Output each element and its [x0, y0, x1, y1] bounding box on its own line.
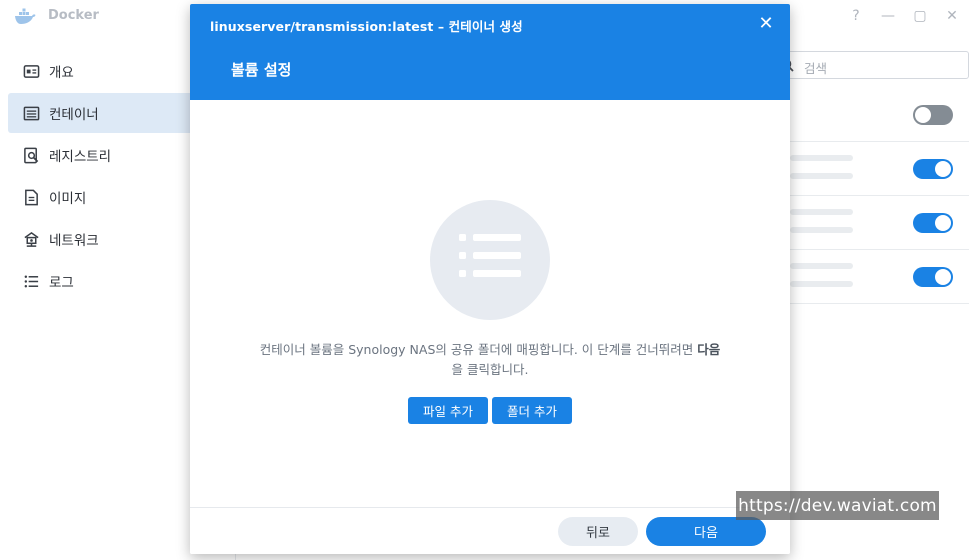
next-button[interactable]: 다음	[646, 517, 766, 546]
add-volume-actions: 파일 추가 폴더 추가	[190, 397, 790, 424]
placeholder-line	[790, 155, 853, 161]
description-next-emphasis: 다음	[697, 342, 721, 357]
sidebar-item-label: 레지스트리	[49, 149, 112, 165]
registry-search-icon	[22, 146, 40, 164]
back-button[interactable]: 뒤로	[558, 517, 638, 546]
sidebar-item-label: 컨테이너	[49, 107, 99, 123]
description-text: 컨테이너 볼륨을 Synology NAS의 공유 폴더에 매핑합니다. 이 단…	[259, 342, 698, 357]
search-input[interactable]: 검색	[770, 51, 969, 79]
step-description: 컨테이너 볼륨을 Synology NAS의 공유 폴더에 매핑합니다. 이 단…	[218, 340, 762, 380]
container-toggle[interactable]	[913, 267, 953, 287]
placeholder-line	[790, 263, 853, 269]
create-container-dialog: linuxserver/transmission:latest – 컨테이너 생…	[190, 4, 790, 554]
maximize-icon[interactable]: ▢	[911, 6, 929, 26]
toggle-knob	[935, 215, 951, 231]
placeholder-line	[790, 209, 853, 215]
container-list-icon	[22, 104, 40, 122]
dialog-header: linuxserver/transmission:latest – 컨테이너 생…	[190, 4, 790, 100]
list-item[interactable]	[790, 250, 969, 304]
list-item[interactable]	[790, 88, 969, 142]
step-title: 볼륨 설정	[231, 61, 292, 79]
container-toggle[interactable]	[913, 213, 953, 233]
placeholder-line	[790, 281, 853, 287]
container-toggle[interactable]	[913, 159, 953, 179]
network-icon	[22, 230, 40, 248]
add-file-button[interactable]: 파일 추가	[408, 397, 488, 424]
placeholder-line	[790, 227, 853, 233]
add-folder-button[interactable]: 폴더 추가	[492, 397, 572, 424]
minimize-icon[interactable]: —	[879, 6, 897, 26]
help-icon[interactable]: ?	[847, 6, 865, 26]
docker-whale-icon	[15, 8, 36, 24]
container-toggle[interactable]	[913, 105, 953, 125]
window-close-icon[interactable]: ✕	[943, 6, 961, 26]
list-item[interactable]	[790, 196, 969, 250]
list-item[interactable]	[790, 142, 969, 196]
image-file-icon	[22, 188, 40, 206]
dialog-footer: 뒤로 다음	[190, 507, 790, 554]
placeholder-line	[790, 173, 853, 179]
log-list-icon	[22, 272, 40, 290]
dialog-title: linuxserver/transmission:latest – 컨테이너 생…	[210, 19, 523, 34]
watermark: https://dev.waviat.com	[736, 491, 939, 520]
toggle-knob	[935, 269, 951, 285]
container-list	[790, 88, 969, 304]
sidebar-item-label: 로그	[49, 275, 74, 291]
sidebar-item-label: 이미지	[49, 191, 87, 207]
volume-list-illustration-icon	[430, 200, 550, 320]
search-placeholder: 검색	[804, 61, 828, 76]
close-icon[interactable]: ✕	[756, 14, 776, 34]
description-text-end: 을 클릭합니다.	[451, 362, 529, 377]
app-title: Docker	[48, 8, 99, 23]
sidebar-item-label: 네트워크	[49, 233, 99, 249]
toggle-knob	[915, 107, 931, 123]
toggle-knob	[935, 161, 951, 177]
overview-icon	[22, 62, 40, 80]
sidebar-item-label: 개요	[49, 65, 74, 81]
